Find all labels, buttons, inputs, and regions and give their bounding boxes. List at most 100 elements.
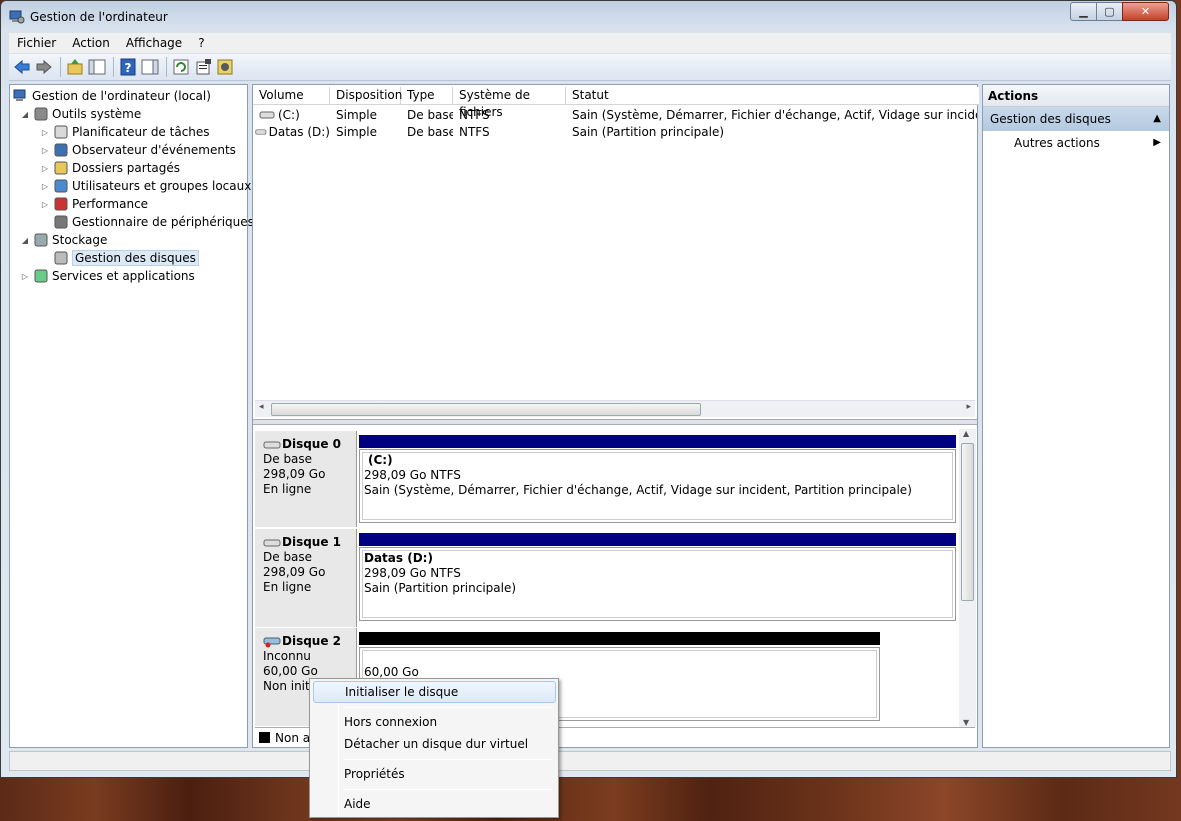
performance-icon <box>54 197 68 211</box>
tree-item-outils-systeme[interactable]: ◢ Outils système <box>20 105 141 123</box>
title-bar[interactable]: Gestion de l'ordinateur ▁ ▢ ✕ <box>1 1 1176 33</box>
horizontal-scroll-thumb[interactable] <box>271 403 701 416</box>
settings-button[interactable] <box>215 57 235 77</box>
pane-splitter[interactable] <box>253 419 977 425</box>
tree-item-label: Dossiers partagés <box>72 161 181 175</box>
tree-item-dossiers-partages[interactable]: ▷ Dossiers partagés <box>40 159 180 177</box>
tree-item-services-et-applications[interactable]: ▷ Services et applications <box>20 267 195 285</box>
back-button[interactable] <box>12 57 32 77</box>
collapsed-arrow-icon[interactable]: ▷ <box>40 146 50 155</box>
menu-item-detach-vhd[interactable]: Détacher un disque dur virtuel <box>313 733 556 755</box>
unallocated-header-bar <box>359 632 880 645</box>
properties-icon <box>196 59 211 75</box>
expanded-arrow-icon[interactable]: ◢ <box>20 110 30 119</box>
close-button[interactable]: ✕ <box>1122 2 1169 21</box>
collapsed-arrow-icon[interactable]: ▷ <box>20 272 30 281</box>
up-button[interactable] <box>65 57 85 77</box>
column-header-type[interactable]: Type <box>401 87 453 105</box>
column-header-status[interactable]: Statut <box>566 87 977 105</box>
partition-box[interactable]: (C:) 298,09 Go NTFS Sain (Système, Démar… <box>359 449 956 523</box>
show-hide-action-icon <box>141 59 159 75</box>
collapsed-arrow-icon[interactable]: ▷ <box>40 182 50 191</box>
collapsed-arrow-icon[interactable]: ▷ <box>40 200 50 209</box>
tree-item-gestion-des-disques[interactable]: Gestion des disques <box>40 249 199 267</box>
disk-error-icon <box>263 637 281 647</box>
action-more-actions[interactable]: Autres actions ▶ <box>983 131 1169 155</box>
menu-item-help[interactable]: Aide <box>313 793 556 815</box>
minimize-button[interactable]: ▁ <box>1070 2 1097 21</box>
scroll-left-icon[interactable]: ◂ <box>259 402 264 412</box>
disk-size: 298,09 Go <box>263 467 326 481</box>
scroll-up-icon[interactable]: ▲ <box>963 429 969 438</box>
collapsed-arrow-icon[interactable]: ▷ <box>40 164 50 173</box>
scroll-right-icon[interactable]: ▸ <box>966 402 971 412</box>
users-icon <box>54 179 68 193</box>
tree-item-observateur-d-evenements[interactable]: ▷ Observateur d'événements <box>40 141 236 159</box>
menu-bar: Fichier Action Affichage ? <box>9 33 1171 53</box>
tree-item-label: Outils système <box>52 107 142 121</box>
menu-item-properties[interactable]: Propriétés <box>313 763 556 785</box>
disk-info[interactable]: Disque 0 De base 298,09 Go En ligne <box>255 431 357 527</box>
volume-list-header: Volume Disposition Type Système de fichi… <box>253 87 979 119</box>
maximize-button[interactable]: ▢ <box>1096 2 1123 21</box>
partition-size: 298,09 Go NTFS <box>364 566 461 580</box>
volume-name: Datas (D:) <box>268 124 330 139</box>
column-header-volume[interactable]: Volume <box>253 87 330 105</box>
close-icon: ✕ <box>1140 5 1151 18</box>
tree-root[interactable]: Gestion de l'ordinateur (local) <box>13 87 211 105</box>
up-folder-icon <box>67 59 83 75</box>
disk-info[interactable]: Disque 1 De base 298,09 Go En ligne <box>255 529 357 627</box>
navigation-tree: Gestion de l'ordinateur (local) ◢ Outils … <box>9 84 254 748</box>
disk-name: Disque 0 <box>282 437 342 451</box>
partition-name: Datas (D:) <box>364 551 433 565</box>
menu-fichier[interactable]: Fichier <box>9 33 64 53</box>
expanded-arrow-icon[interactable]: ◢ <box>20 236 30 245</box>
context-menu: Initialiser le disque Hors connexion Dét… <box>309 678 559 818</box>
tree-item-label: Performance <box>72 197 149 211</box>
volume-row[interactable]: (C:) Simple De base NTFS Sain (Système, … <box>253 106 979 123</box>
disk-status: En ligne <box>263 482 312 496</box>
collapse-icon[interactable]: ▲ <box>1153 107 1161 131</box>
legend-unallocated-label: Non al <box>275 730 314 745</box>
forward-button[interactable] <box>34 57 54 77</box>
refresh-button[interactable] <box>171 57 191 77</box>
disk-management-panel: Volume Disposition Type Système de fichi… <box>252 84 979 748</box>
event-viewer-icon <box>54 143 68 157</box>
scroll-down-icon[interactable]: ▼ <box>963 718 969 727</box>
column-header-filesystem[interactable]: Système de fichiers <box>453 87 566 119</box>
volume-status: Sain (Partition principale) <box>572 124 725 139</box>
forward-icon <box>36 59 52 75</box>
disk-row[interactable]: Disque 0 De base 298,09 Go En ligne (C:)… <box>255 431 956 527</box>
show-hide-tree-button[interactable] <box>87 57 107 77</box>
disk-size: 298,09 Go <box>263 565 326 579</box>
column-header-disposition[interactable]: Disposition <box>330 87 402 105</box>
tree-item-performance[interactable]: ▷ Performance <box>40 195 148 213</box>
menu-help[interactable]: ? <box>190 33 212 53</box>
menu-item-initialize-disk[interactable]: Initialiser le disque <box>313 681 556 703</box>
actions-section-disk-management[interactable]: Gestion des disques ▲ <box>983 107 1169 131</box>
partition-box[interactable]: Datas (D:) 298,09 Go NTFS Sain (Partitio… <box>359 547 956 621</box>
tree-item-gestionnaire-de-peripheriques[interactable]: Gestionnaire de périphériques <box>40 213 254 231</box>
toolbar-separator <box>166 57 167 77</box>
tree-item-stockage[interactable]: ◢ Stockage <box>20 231 107 249</box>
tree-item-utilisateurs-et-groupes-locaux[interactable]: ▷ Utilisateurs et groupes locaux <box>40 177 251 195</box>
disk-management-icon <box>54 251 68 265</box>
collapsed-arrow-icon[interactable]: ▷ <box>40 128 50 137</box>
actions-panel: Actions Gestion des disques ▲ Autres act… <box>982 84 1170 748</box>
tree-item-label: Gestion des disques <box>72 250 199 266</box>
disk-row[interactable]: Disque 1 De base 298,09 Go En ligne Data… <box>255 529 956 627</box>
menu-item-offline[interactable]: Hors connexion <box>313 711 556 733</box>
volume-row[interactable]: Datas (D:) Simple De base NTFS Sain (Par… <box>253 123 979 140</box>
refresh-icon <box>173 59 189 75</box>
disk-size: 60,00 Go <box>263 664 318 678</box>
horizontal-scrollbar[interactable]: ◂ ▸ <box>255 400 975 417</box>
menu-action[interactable]: Action <box>64 33 118 53</box>
vertical-scrollbar[interactable]: ▲ ▼ <box>959 429 976 727</box>
menu-affichage[interactable]: Affichage <box>118 33 190 53</box>
vertical-scroll-thumb[interactable] <box>961 443 974 601</box>
help-button[interactable]: ? <box>118 57 138 77</box>
properties-button[interactable] <box>193 57 213 77</box>
maximize-icon: ▢ <box>1104 5 1115 18</box>
tree-item-planificateur-de-taches[interactable]: ▷ Planificateur de tâches <box>40 123 210 141</box>
show-hide-action-button[interactable] <box>140 57 160 77</box>
